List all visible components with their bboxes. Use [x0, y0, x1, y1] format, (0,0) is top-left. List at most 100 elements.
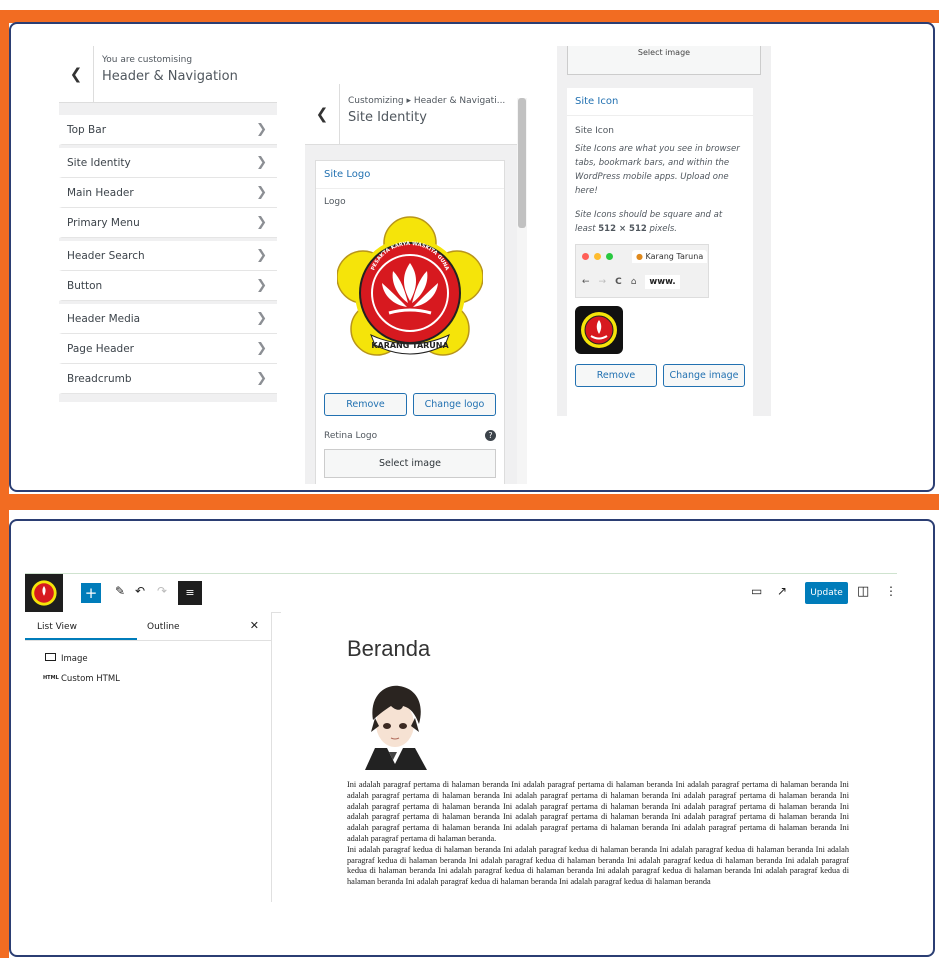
help-icon[interactable]: ?: [485, 430, 496, 441]
preview-device-icon[interactable]: ▭: [751, 584, 762, 598]
chevron-right-icon: ❯: [256, 248, 267, 263]
list-view-button[interactable]: ≡: [178, 581, 202, 605]
menu-item-site-identity[interactable]: Site Identity ❯: [59, 148, 277, 178]
home-icon: ⌂: [630, 277, 637, 287]
site-icon-logo: [581, 312, 617, 348]
karang-taruna-logo: KARANG TARUNA PESAKTA KARYA WASKITA GUNA: [337, 216, 483, 356]
undo-icon[interactable]: ↶: [135, 584, 145, 598]
logo-preview: KARANG TARUNA PESAKTA KARYA WASKITA GUNA: [316, 211, 504, 389]
menu-item-main-header[interactable]: Main Header ❯: [59, 178, 277, 208]
back-arrow-icon: ←: [582, 277, 590, 287]
site-icon-section: Site Icon Site Icon Site Icons are what …: [567, 88, 753, 416]
menu-item-button[interactable]: Button ❯: [59, 271, 277, 301]
orange-frame-middle: [0, 494, 939, 510]
select-image-button[interactable]: Select image: [324, 449, 496, 478]
select-image-button-top[interactable]: Select image: [567, 46, 761, 75]
chevron-right-icon: ❯: [256, 278, 267, 293]
menu-item-label: Top Bar: [67, 123, 107, 136]
chevron-right-icon: ❯: [256, 185, 267, 200]
settings-sidebar-icon[interactable]: ◫: [857, 584, 869, 599]
active-tab-indicator: [25, 638, 137, 640]
chevron-right-icon: ❯: [256, 215, 267, 230]
remove-site-icon-button[interactable]: Remove: [575, 364, 657, 387]
maximize-dot-icon: [606, 253, 613, 260]
image-block[interactable]: [345, 680, 445, 770]
back-button[interactable]: ❮: [59, 46, 94, 102]
chevron-right-icon: ❯: [256, 155, 267, 170]
customizer-menu: Top Bar ❯ Site Identity ❯ Main Header ❯ Pri…: [59, 115, 277, 394]
scrollbar-thumb[interactable]: [518, 98, 526, 228]
site-icon-label: Site Icon: [575, 126, 614, 136]
minimize-dot-icon: [594, 253, 601, 260]
menu-item-header-media[interactable]: Header Media ❯: [59, 304, 277, 334]
plus-icon: +: [84, 584, 98, 602]
chevron-right-icon: ❯: [256, 311, 267, 326]
back-button[interactable]: ❮: [305, 84, 340, 144]
close-dot-icon: [582, 253, 589, 260]
menu-item-top-bar[interactable]: Top Bar ❯: [59, 115, 277, 145]
chevron-right-icon: ❯: [256, 122, 267, 137]
change-image-button[interactable]: Change image: [663, 364, 745, 387]
menu-item-page-header[interactable]: Page Header ❯: [59, 334, 277, 364]
favicon-icon: ●: [636, 252, 643, 261]
close-icon[interactable]: ✕: [250, 619, 259, 632]
browser-tab-label: Karang Taruna: [645, 252, 704, 261]
section-panel-title: Site Identity: [348, 110, 427, 125]
list-view-icon: ≡: [185, 586, 195, 599]
menu-item-label: Breadcrumb: [67, 372, 132, 385]
view-post-external-icon[interactable]: ↗: [777, 584, 787, 598]
customizer-header: ❮ You are customising Header & Navigatio…: [59, 46, 277, 103]
remove-logo-button[interactable]: Remove: [324, 393, 407, 416]
add-block-button[interactable]: +: [81, 583, 101, 603]
redo-icon[interactable]: ↷: [157, 584, 167, 598]
customizer-screenshot-panel: ❮ You are customising Header & Navigatio…: [9, 22, 935, 492]
customizer-subtitle: You are customising: [102, 55, 193, 65]
site-logo-button[interactable]: [25, 574, 63, 612]
editor-toolbar: + ✎ ↶ ↷ ≡ ▭ ↗ Update ◫ ⋮: [25, 573, 897, 613]
list-item-label: Custom HTML: [61, 674, 120, 684]
site-logo-title: Site Logo: [316, 161, 504, 189]
pencil-tools-icon[interactable]: ✎: [115, 584, 125, 598]
html-icon: HTML: [43, 675, 59, 681]
menu-item-label: Header Search: [67, 249, 145, 262]
site-icon-description: Site Icons are what you see in browser t…: [575, 144, 740, 196]
list-view-sidebar: List View Outline ✕ Image HTML Custom HT…: [25, 612, 272, 902]
editor-canvas: Beranda Ini adalah paragraf pertama di h…: [281, 612, 897, 902]
breadcrumb: Customizing ▸ Header & Navigati...: [348, 96, 506, 106]
update-button[interactable]: Update: [805, 582, 848, 604]
tab-list-view[interactable]: List View: [37, 622, 77, 632]
menu-item-label: Page Header: [67, 342, 134, 355]
paragraph-block[interactable]: Ini adalah paragraf pertama di halaman b…: [347, 780, 849, 888]
menu-item-label: Header Media: [67, 312, 141, 325]
chevron-left-icon: ❮: [69, 65, 83, 83]
chevron-right-icon: ❯: [256, 341, 267, 356]
block-editor-screenshot-panel: + ✎ ↶ ↷ ≡ ▭ ↗ Update ◫ ⋮ List View Outli…: [9, 519, 935, 957]
paragraph-2: Ini adalah paragraf kedua di halaman ber…: [347, 844, 849, 887]
list-item-label: Image: [61, 654, 88, 664]
orange-frame-left-bottom: [0, 494, 9, 958]
customizer-title: Header & Navigation: [102, 69, 238, 84]
browser-nav: ← → C ⌂ www.: [582, 275, 680, 289]
site-icon-logo: [31, 580, 57, 606]
page-title[interactable]: Beranda: [347, 636, 430, 662]
site-identity-header: ❮ Customizing ▸ Header & Navigati... Sit…: [305, 84, 527, 145]
options-menu-icon[interactable]: ⋮: [885, 584, 897, 598]
size-note-suffix: pixels.: [646, 224, 678, 234]
list-item-custom-html[interactable]: HTML Custom HTML: [25, 669, 271, 689]
list-item-image[interactable]: Image: [25, 649, 271, 669]
customizer-site-identity: ❮ Customizing ▸ Header & Navigati... Sit…: [305, 84, 527, 484]
menu-item-breadcrumb[interactable]: Breadcrumb ❯: [59, 364, 277, 394]
menu-item-header-search[interactable]: Header Search ❯: [59, 241, 277, 271]
select-image-label: Select image: [637, 48, 691, 57]
menu-item-primary-menu[interactable]: Primary Menu ❯: [59, 208, 277, 238]
menu-item-label: Primary Menu: [67, 216, 140, 229]
url-bar: www.: [645, 275, 680, 289]
customizer-site-icon: Select image Site Icon Site Icon Site Ic…: [557, 46, 771, 416]
menu-item-label: Button: [67, 279, 103, 292]
list-view-tabs: List View Outline ✕: [25, 612, 271, 641]
change-logo-button[interactable]: Change logo: [413, 393, 496, 416]
tab-outline[interactable]: Outline: [147, 622, 180, 632]
site-icon-size-note: Site Icons should be square and at least…: [567, 206, 753, 238]
paragraph-1: Ini adalah paragraf pertama di halaman b…: [347, 780, 849, 843]
forward-arrow-icon: →: [598, 277, 607, 287]
